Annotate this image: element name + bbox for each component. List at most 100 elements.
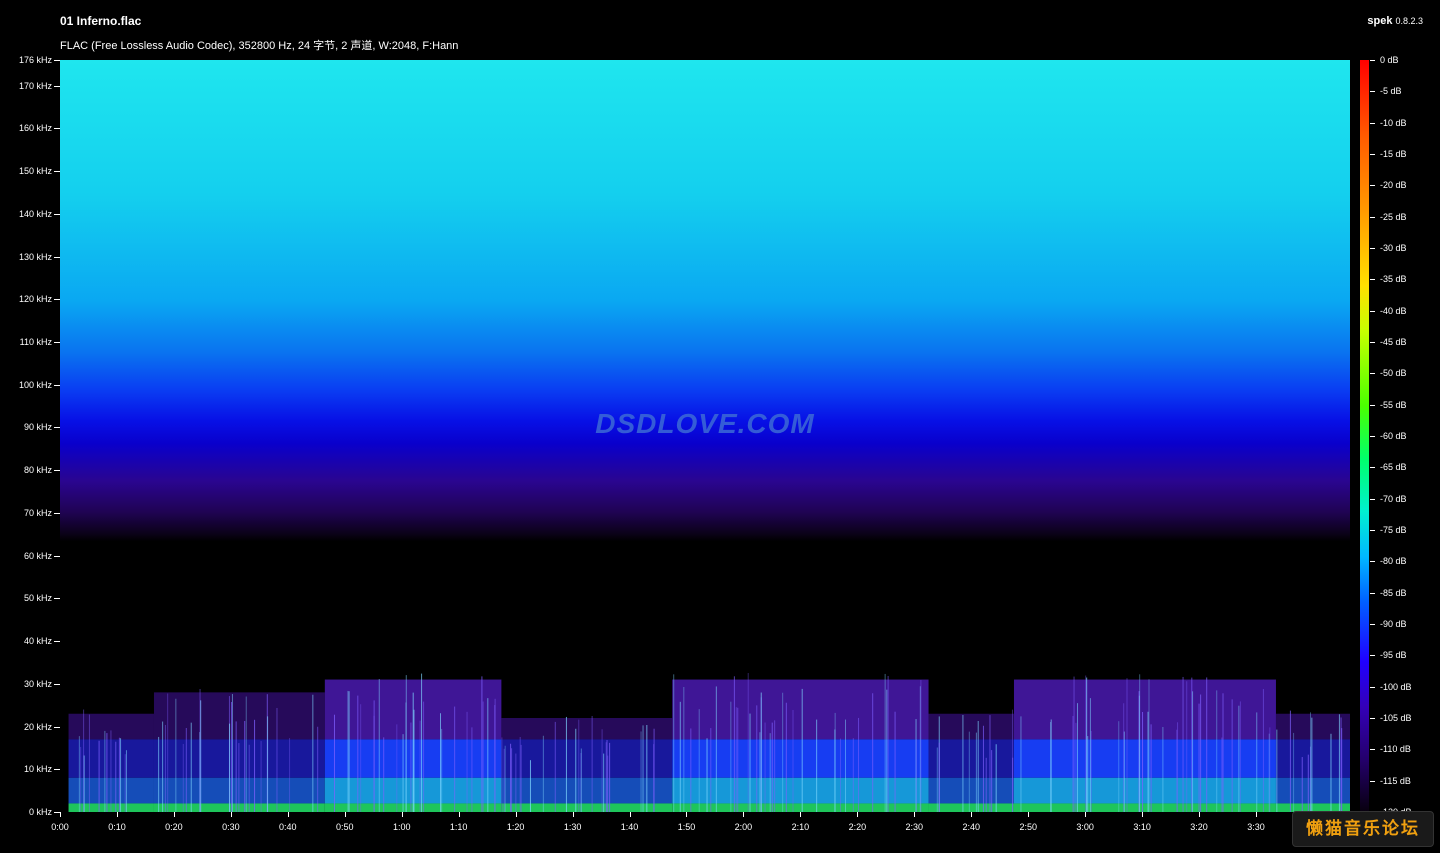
- time-tick-mark: [857, 812, 859, 817]
- time-tick-label: 2:50: [1019, 822, 1037, 832]
- time-tick-mark: [515, 812, 517, 817]
- freq-tick-label: 170 kHz: [18, 80, 52, 91]
- music-transient: [317, 726, 319, 812]
- music-mid-band: [928, 739, 1014, 778]
- music-low-band: [1013, 777, 1276, 804]
- freq-tick-label: 70 kHz: [23, 507, 52, 518]
- music-transient: [894, 711, 896, 812]
- music-transient: [167, 693, 169, 812]
- music-transient: [1256, 712, 1258, 812]
- freq-tick-label: 50 kHz: [23, 593, 52, 604]
- music-transient: [690, 728, 692, 812]
- music-transient: [88, 714, 90, 812]
- music-transient: [1330, 733, 1332, 812]
- db-tick-mark: [1370, 60, 1375, 61]
- music-transient: [487, 698, 489, 812]
- music-transient: [1200, 694, 1202, 812]
- music-transient: [920, 679, 922, 812]
- music-transient: [1231, 699, 1233, 812]
- file-title: 01 Inferno.flac: [60, 14, 142, 28]
- time-tick-label: 2:30: [905, 822, 924, 832]
- time-tick-mark: [914, 812, 916, 817]
- music-transient: [1182, 676, 1184, 812]
- music-transient: [1192, 691, 1194, 812]
- music-transient: [580, 748, 582, 812]
- music-transient: [542, 735, 544, 812]
- time-tick-label: 1:50: [677, 822, 696, 832]
- music-transient: [606, 740, 608, 812]
- music-transient: [231, 702, 233, 812]
- db-tick-mark: [1370, 686, 1375, 688]
- music-transient: [515, 753, 517, 812]
- spectrogram-plot: DSDLOVE.COM: [60, 60, 1350, 812]
- music-transient: [1309, 712, 1311, 812]
- db-tick-mark: [1370, 436, 1375, 437]
- music-bass-band: [928, 803, 1014, 812]
- music-upper-band: [928, 713, 1014, 740]
- music-transient: [578, 719, 580, 812]
- time-tick-mark: [572, 812, 574, 817]
- music-transient: [640, 731, 642, 812]
- freq-tick-mark: [54, 342, 60, 343]
- music-transient: [423, 701, 425, 812]
- music-transient: [1020, 716, 1022, 812]
- time-tick-label: 1:00: [392, 822, 411, 832]
- db-tick-mark: [1370, 154, 1375, 155]
- music-mid-band: [1275, 739, 1350, 778]
- time-tick-label: 3:00: [1076, 822, 1094, 832]
- freq-tick-mark: [54, 384, 60, 386]
- db-tick-label: -50 dB: [1380, 368, 1407, 379]
- music-transient: [1293, 732, 1295, 812]
- music-transient: [962, 714, 964, 812]
- music-transient: [852, 738, 854, 812]
- music-transient: [985, 757, 987, 812]
- music-transient: [968, 731, 970, 812]
- freq-tick-label: 40 kHz: [23, 636, 52, 647]
- time-tick-mark: [686, 812, 688, 817]
- music-transient: [872, 693, 874, 812]
- music-transient: [1150, 724, 1152, 812]
- freq-tick-mark: [54, 299, 60, 301]
- music-transient: [749, 713, 751, 812]
- music-transient: [1176, 729, 1178, 812]
- db-tick-mark: [1370, 592, 1375, 594]
- music-transient: [1162, 727, 1164, 812]
- music-upper-band: [153, 692, 325, 740]
- db-tick-label: -45 dB: [1380, 337, 1407, 347]
- music-transient: [1238, 705, 1240, 812]
- db-tick-label: -55 dB: [1380, 399, 1407, 410]
- time-tick-mark: [1028, 812, 1030, 817]
- music-transient: [601, 729, 603, 812]
- music-transient: [235, 721, 237, 812]
- db-tick-mark: [1370, 624, 1375, 625]
- music-transient: [1198, 703, 1200, 812]
- db-tick-mark: [1370, 404, 1375, 406]
- music-transient: [1142, 711, 1144, 812]
- music-transient: [1222, 693, 1224, 812]
- music-upper-band: [1275, 713, 1350, 740]
- time-tick-label: 0:30: [222, 822, 240, 832]
- music-transient: [710, 728, 712, 812]
- music-transient: [1138, 695, 1140, 812]
- music-low-band: [928, 777, 1014, 804]
- db-tick-label: -20 dB: [1380, 180, 1407, 191]
- music-transient: [402, 734, 404, 812]
- music-transient: [482, 701, 484, 812]
- music-transient: [118, 737, 120, 812]
- music-transient: [1085, 675, 1087, 812]
- db-tick-mark: [1370, 498, 1375, 500]
- db-tick-label: -100 dB: [1380, 681, 1412, 692]
- time-tick-label: 0:50: [336, 822, 354, 832]
- time-tick-label: 0:20: [165, 822, 183, 832]
- music-transient: [1221, 737, 1223, 812]
- music-transient: [991, 750, 993, 812]
- time-tick-label: 3:30: [1247, 822, 1265, 832]
- db-tick-mark: [1370, 655, 1375, 657]
- music-transient: [737, 707, 739, 812]
- music-transient: [1075, 722, 1077, 812]
- music-transient: [884, 673, 886, 812]
- db-tick-label: -90 dB: [1380, 619, 1407, 629]
- time-tick-label: 1:40: [620, 822, 639, 832]
- time-tick-mark: [344, 812, 346, 817]
- music-transient: [466, 711, 468, 812]
